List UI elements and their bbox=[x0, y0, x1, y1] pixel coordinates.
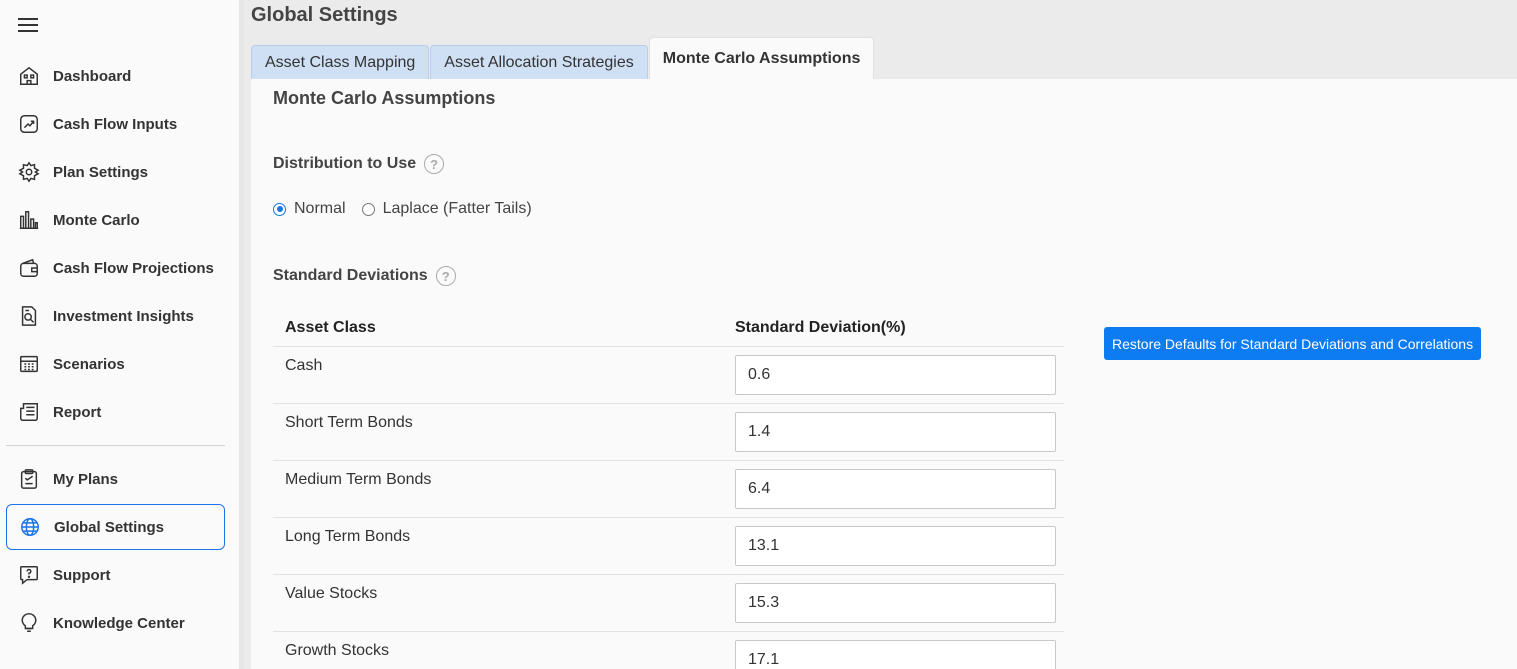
sidebar-item-dashboard[interactable]: Dashboard bbox=[6, 53, 225, 99]
asset-class-cell: Long Term Bonds bbox=[285, 528, 411, 545]
help-icon[interactable]: ? bbox=[435, 266, 456, 286]
dashboard-icon bbox=[17, 64, 41, 88]
asset-class-cell: Value Stocks bbox=[285, 585, 378, 602]
asset-class-cell: Growth Stocks bbox=[285, 642, 390, 659]
gear-icon bbox=[17, 160, 41, 184]
radio-dot[interactable] bbox=[273, 202, 286, 216]
sidebar-item-support[interactable]: Support bbox=[6, 552, 225, 598]
tab-bar: Asset Class Mapping Asset Allocation Str… bbox=[251, 37, 875, 79]
sidebar-item-label: Knowledge Center bbox=[53, 614, 185, 632]
tab-asset-allocation-strategies[interactable]: Asset Allocation Strategies bbox=[430, 45, 648, 79]
stddev-label: Standard Deviations bbox=[273, 267, 428, 284]
help-icon[interactable]: ? bbox=[424, 154, 445, 174]
stddev-input-growth-stocks[interactable] bbox=[735, 640, 1056, 669]
table-header: Asset Class Standard Deviation(%) bbox=[273, 310, 1064, 347]
sidebar-item-label: My Plans bbox=[53, 470, 119, 488]
sidebar-item-knowledge-center[interactable]: Knowledge Center bbox=[6, 600, 225, 646]
document-search-icon bbox=[17, 304, 41, 328]
sidebar-item-label: Investment Insights bbox=[53, 307, 194, 325]
table-row: Value Stocks bbox=[273, 575, 1064, 632]
sidebar-item-label: Global Settings bbox=[54, 518, 165, 536]
stddev-table: Asset Class Standard Deviation(%) Cash S… bbox=[273, 310, 1064, 669]
calculator-icon bbox=[17, 352, 41, 376]
radio-dot[interactable] bbox=[361, 202, 375, 216]
asset-class-cell: Medium Term Bonds bbox=[285, 471, 432, 488]
sidebar-item-label: Report bbox=[53, 403, 102, 421]
stddev-input-cash[interactable] bbox=[735, 355, 1056, 395]
sidebar-item-label: Scenarios bbox=[53, 355, 125, 373]
asset-class-cell: Short Term Bonds bbox=[285, 414, 413, 431]
distribution-label-row: Distribution to Use ? bbox=[273, 154, 445, 174]
sidebar-item-label: Cash Flow Inputs bbox=[53, 115, 178, 133]
sidebar-item-scenarios[interactable]: Scenarios bbox=[6, 341, 225, 387]
sidebar-item-label: Monte Carlo bbox=[53, 211, 140, 229]
sidebar-item-label: Dashboard bbox=[53, 67, 132, 85]
wallet-icon bbox=[17, 256, 41, 280]
header-standard-deviation: Standard Deviation(%) bbox=[735, 319, 906, 336]
sidebar-item-plan-settings[interactable]: Plan Settings bbox=[6, 149, 225, 195]
asset-class-cell: Cash bbox=[285, 357, 323, 374]
sidebar-item-label: Cash Flow Projections bbox=[53, 259, 214, 277]
table-row: Medium Term Bonds bbox=[273, 461, 1064, 518]
sidebar-item-cash-flow-inputs[interactable]: Cash Flow Inputs bbox=[6, 101, 225, 147]
clipboard-icon bbox=[17, 467, 41, 491]
sidebar-item-investment-insights[interactable]: Investment Insights bbox=[6, 293, 225, 339]
section-title: Monte Carlo Assumptions bbox=[273, 88, 496, 108]
sidebar-item-cash-flow-projections[interactable]: Cash Flow Projections bbox=[6, 245, 225, 291]
table-row: Short Term Bonds bbox=[273, 404, 1064, 461]
radio-laplace[interactable]: Laplace (Fatter Tails) bbox=[361, 200, 532, 218]
stddev-input-medium-term-bonds[interactable] bbox=[735, 469, 1056, 509]
sidebar-item-global-settings[interactable]: Global Settings bbox=[6, 504, 225, 550]
hamburger-menu-icon[interactable] bbox=[18, 18, 40, 34]
bar-chart-icon bbox=[17, 208, 41, 232]
cash-flow-inputs-icon bbox=[17, 112, 41, 136]
sidebar-item-label: Plan Settings bbox=[53, 163, 149, 181]
help-chat-icon bbox=[17, 563, 41, 587]
newspaper-icon bbox=[17, 400, 41, 424]
sidebar-divider bbox=[6, 445, 225, 446]
radio-normal[interactable]: Normal bbox=[273, 200, 346, 218]
stddev-input-short-term-bonds[interactable] bbox=[735, 412, 1056, 452]
page-title: Global Settings bbox=[251, 4, 398, 26]
radio-label: Normal bbox=[294, 200, 346, 217]
sidebar: Dashboard Cash Flow Inputs Plan Settings… bbox=[0, 0, 244, 669]
tab-monte-carlo-assumptions[interactable]: Monte Carlo Assumptions bbox=[648, 37, 875, 79]
main-content: Monte Carlo Assumptions Distribution to … bbox=[251, 79, 1517, 669]
stddev-input-long-term-bonds[interactable] bbox=[735, 526, 1056, 566]
sidebar-item-my-plans[interactable]: My Plans bbox=[6, 456, 225, 502]
globe-icon bbox=[18, 515, 42, 539]
lightbulb-icon bbox=[17, 611, 41, 635]
radio-label: Laplace (Fatter Tails) bbox=[382, 200, 532, 217]
table-row: Long Term Bonds bbox=[273, 518, 1064, 575]
stddev-label-row: Standard Deviations ? bbox=[273, 266, 456, 286]
restore-defaults-button[interactable]: Restore Defaults for Standard Deviations… bbox=[1104, 327, 1482, 360]
sidebar-item-label: Support bbox=[53, 566, 111, 584]
sidebar-item-monte-carlo[interactable]: Monte Carlo bbox=[6, 197, 225, 243]
distribution-radio-group: Normal Laplace (Fatter Tails) bbox=[273, 200, 548, 218]
header-asset-class: Asset Class bbox=[285, 319, 376, 336]
distribution-label: Distribution to Use bbox=[273, 155, 417, 172]
table-row: Growth Stocks bbox=[273, 632, 1064, 669]
sidebar-item-report[interactable]: Report bbox=[6, 389, 225, 435]
stddev-input-value-stocks[interactable] bbox=[735, 583, 1056, 623]
table-row: Cash bbox=[273, 347, 1064, 404]
tab-asset-class-mapping[interactable]: Asset Class Mapping bbox=[251, 45, 430, 79]
